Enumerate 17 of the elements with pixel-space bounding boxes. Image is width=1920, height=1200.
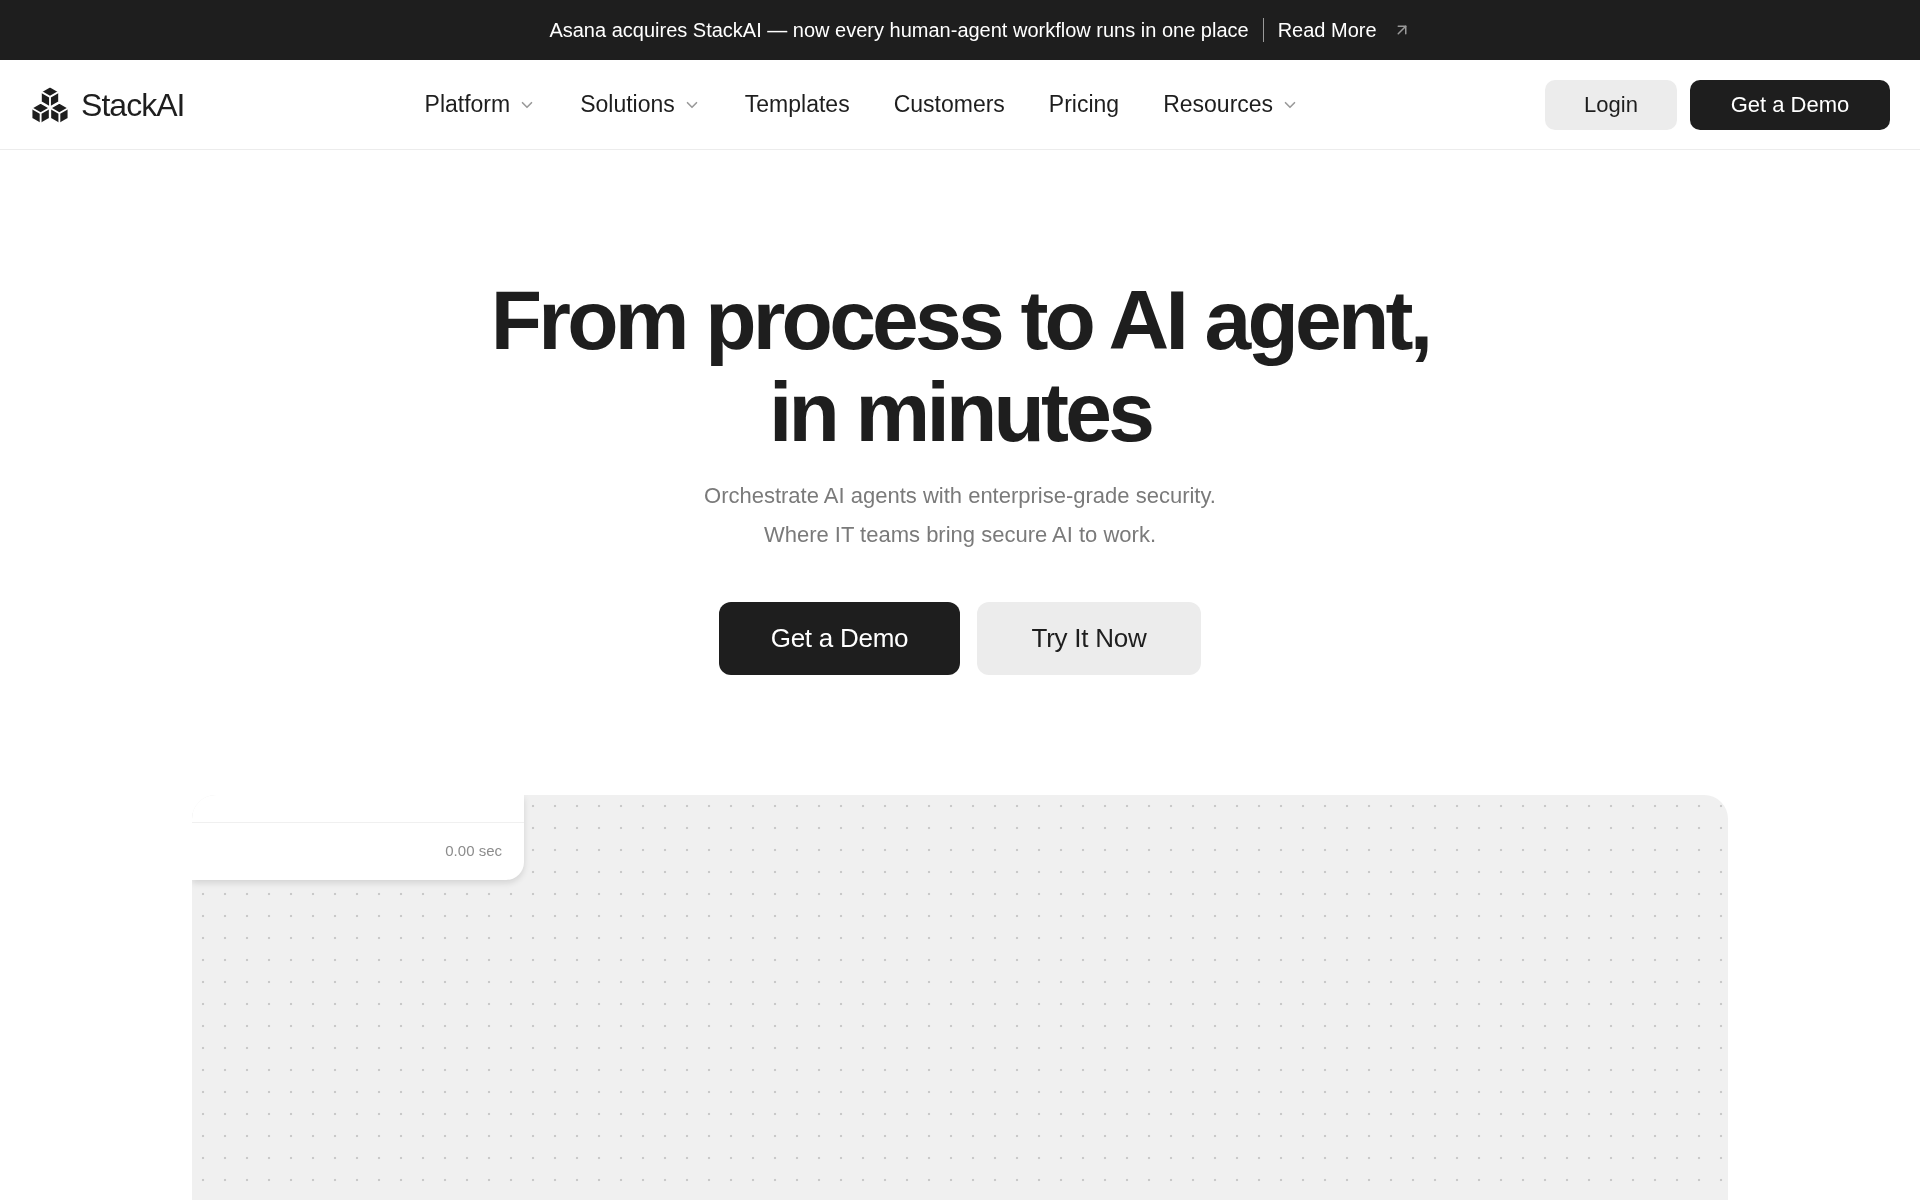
announcement-text: Asana acquires StackAI — now every human-agent workflow runs in one place: [549, 18, 1249, 43]
nav-menu-item[interactable]: Pricing: [1048, 87, 1120, 122]
login-button[interactable]: Login: [1545, 79, 1677, 130]
nav-menu-item[interactable]: Platform: [424, 87, 537, 122]
read-more-link[interactable]: Read More: [1277, 15, 1377, 45]
nav-menu-item[interactable]: Solutions: [580, 87, 701, 122]
nav-menu-item[interactable]: Resources: [1163, 87, 1300, 122]
try-it-now-button[interactable]: Try It Now: [977, 602, 1201, 675]
hero-subtitle: Orchestrate AI agents with enterprise-grade security. Where IT teams bring secure AI to work.: [704, 482, 1216, 549]
hero-heading: From process to AI agent, in minutes: [490, 274, 1430, 458]
nav-menu-item[interactable]: Customers: [893, 87, 1005, 122]
duration-text: 0.00 sec: [445, 841, 502, 862]
nav-menu-item[interactable]: Templates: [744, 87, 850, 122]
brand-logo[interactable]: StackAI: [30, 80, 185, 129]
cubes-logo-icon: [30, 84, 70, 125]
get-demo-button[interactable]: Get a Demo: [719, 602, 960, 675]
get-demo-button[interactable]: Get a Demo: [1690, 79, 1890, 130]
